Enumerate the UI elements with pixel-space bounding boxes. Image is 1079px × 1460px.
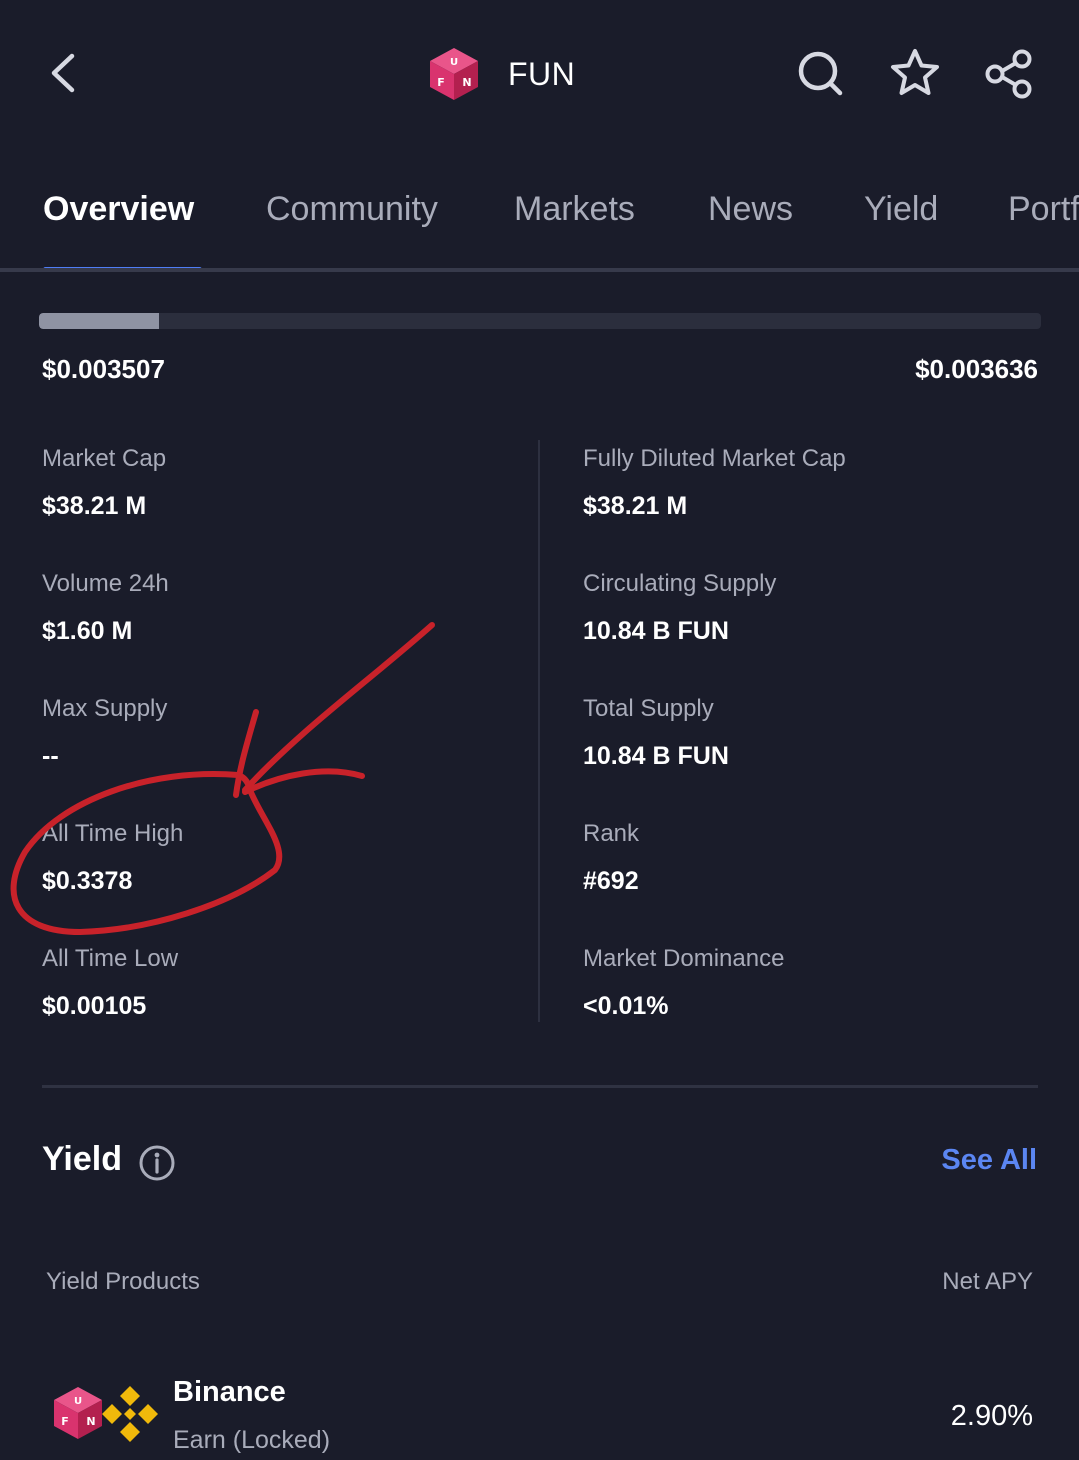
share-button[interactable] xyxy=(982,46,1036,100)
stat-all-time-low: All Time Low $0.00105 xyxy=(42,943,512,1023)
price-range-fill xyxy=(39,313,160,329)
section-divider xyxy=(42,1085,1038,1088)
stat-label: Fully Diluted Market Cap xyxy=(583,445,846,472)
stat-rank: Rank #692 xyxy=(583,818,1053,898)
stat-label: All Time Low xyxy=(42,945,179,972)
coin-detail-screen: U F N FUN Overview Community Markets New… xyxy=(0,0,1079,1460)
logo-letter-u: U xyxy=(450,57,458,68)
tab-bar: Overview Community Markets News Yield Po… xyxy=(0,180,1079,272)
stat-value: 10.84 B FUN xyxy=(583,617,729,645)
stat-volume-24h: Volume 24h $1.60 M xyxy=(42,568,512,648)
yield-net-apy: 2.90% xyxy=(950,1400,1033,1432)
stat-market-cap: Market Cap $38.21 M xyxy=(42,443,512,523)
tab-portfolio[interactable]: Portfolio xyxy=(1008,190,1079,229)
fun-coin-logo-icon: U F N xyxy=(54,1387,102,1439)
stat-label: Rank xyxy=(583,820,640,847)
stats-grid: Market Cap $38.21 M Fully Diluted Market… xyxy=(0,440,1079,1025)
back-button[interactable] xyxy=(40,48,90,98)
stat-value: -- xyxy=(42,742,59,770)
page-title: FUN xyxy=(508,55,576,92)
logo-letter-f: F xyxy=(437,76,445,89)
yield-products-header: Yield Products xyxy=(46,1268,200,1295)
tab-yield[interactable]: Yield xyxy=(864,190,938,229)
stats-column-divider xyxy=(538,440,540,1022)
tab-community[interactable]: Community xyxy=(266,190,438,229)
back-chevron-icon xyxy=(51,53,75,93)
stat-label: Volume 24h xyxy=(42,570,169,597)
stat-label: All Time High xyxy=(42,820,184,847)
stat-label: Total Supply xyxy=(583,695,714,722)
stat-total-supply: Total Supply 10.84 B FUN xyxy=(583,693,1053,773)
price-range-bar xyxy=(39,313,1041,329)
stat-value: 10.84 B FUN xyxy=(583,742,729,770)
star-icon xyxy=(891,49,939,95)
stat-value: <0.01% xyxy=(583,992,669,1020)
stat-value: $38.21 M xyxy=(583,492,688,520)
binance-logo-icon xyxy=(102,1386,158,1442)
share-icon xyxy=(985,49,1032,99)
yield-product-type: Earn (Locked) xyxy=(173,1426,331,1454)
logo-letter-n: N xyxy=(86,1415,95,1428)
tab-overview[interactable]: Overview xyxy=(43,190,194,229)
logo-letter-f: F xyxy=(61,1415,69,1428)
top-app-bar: U F N FUN xyxy=(0,0,1079,150)
stat-value: $1.60 M xyxy=(42,617,133,645)
yield-provider-name: Binance xyxy=(173,1376,286,1408)
price-range-high: $0.003636 xyxy=(915,354,1038,384)
stat-label: Market Dominance xyxy=(583,945,785,972)
fun-coin-logo-icon: U F N xyxy=(430,48,478,100)
see-all-link[interactable]: See All xyxy=(941,1144,1037,1177)
stat-max-supply: Max Supply -- xyxy=(42,693,512,773)
search-icon xyxy=(798,51,843,96)
price-range-low: $0.003507 xyxy=(42,354,165,384)
stat-all-time-high: All Time High $0.3378 xyxy=(42,818,512,898)
tab-markets[interactable]: Markets xyxy=(514,190,635,229)
yield-section-title: Yield xyxy=(42,1140,122,1178)
tabs-divider xyxy=(0,268,1079,272)
stat-label: Market Cap xyxy=(42,445,167,472)
stat-label: Max Supply xyxy=(42,695,168,722)
stat-value: $0.3378 xyxy=(42,867,133,895)
info-icon[interactable] xyxy=(138,1144,176,1182)
favorite-button[interactable] xyxy=(888,46,942,100)
stat-value: #692 xyxy=(583,867,639,895)
net-apy-header: Net APY xyxy=(942,1268,1033,1295)
tab-news[interactable]: News xyxy=(708,190,793,229)
coin-title-group: U F N FUN xyxy=(428,44,575,104)
yield-row-binance[interactable]: U F N Binance Earn (Locked) 2.90% xyxy=(0,1370,1079,1460)
stat-market-dominance: Market Dominance <0.01% xyxy=(583,943,1053,1023)
logo-letter-u: U xyxy=(74,1396,82,1407)
stat-circulating-supply: Circulating Supply 10.84 B FUN xyxy=(583,568,1053,648)
logo-letter-n: N xyxy=(462,76,471,89)
search-button[interactable] xyxy=(794,46,848,100)
stat-value: $38.21 M xyxy=(42,492,147,520)
stat-value: $0.00105 xyxy=(42,992,147,1020)
stat-fully-diluted-market-cap: Fully Diluted Market Cap $38.21 M xyxy=(583,443,1053,523)
stat-label: Circulating Supply xyxy=(583,570,777,597)
